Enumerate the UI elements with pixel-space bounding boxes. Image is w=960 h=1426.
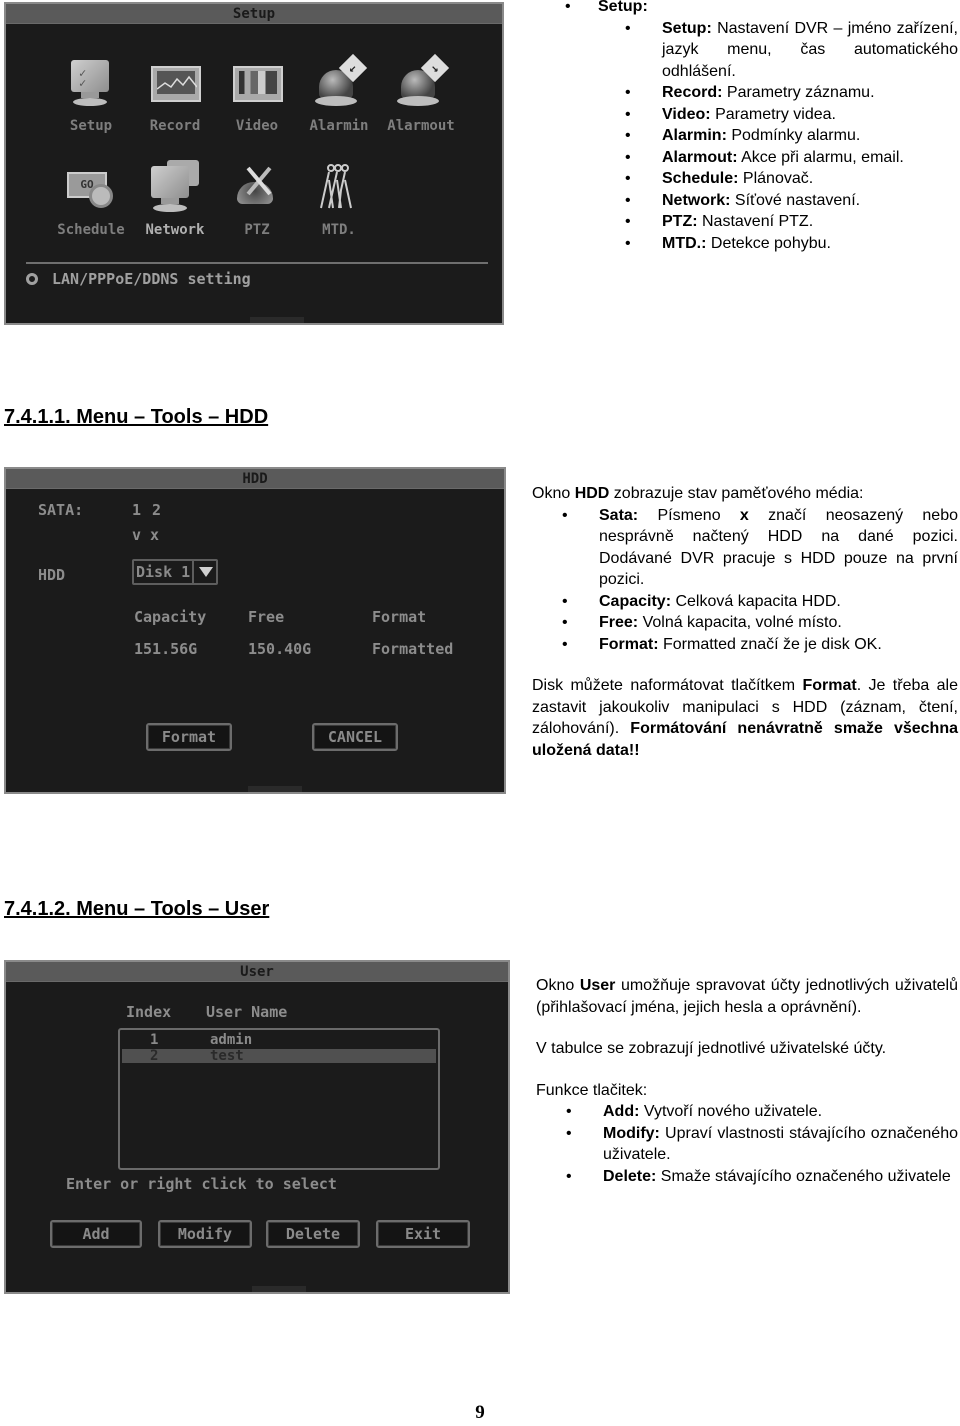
- setup-tile-schedule[interactable]: GO Schedule: [46, 160, 136, 238]
- list-item: • Alarmout: Akce při alarmu, email.: [625, 148, 904, 166]
- sata-slots: 1 2: [132, 501, 162, 519]
- list-item: • Sata: Písmeno x značí neosazený nebo ne…: [562, 506, 958, 589]
- record-chart-icon: [147, 56, 203, 112]
- setup-tile-ptz[interactable]: PTZ: [212, 160, 302, 238]
- setup-tile-alarmin[interactable]: ↙ Alarmin: [294, 53, 384, 134]
- list-item: • PTZ: Nastavení PTZ.: [625, 213, 814, 230]
- col-header-format: Format: [372, 608, 427, 626]
- col-header-free: Free: [248, 608, 285, 626]
- setup-heading-bullet: Setup:: [598, 0, 648, 15]
- sata-status: v x: [132, 526, 160, 544]
- list-item: • Record: Parametry záznamu.: [625, 84, 875, 101]
- col-header-capacity: Capacity: [134, 608, 207, 626]
- network-monitors-icon: [147, 160, 203, 216]
- hdd-description: Okno HDD zobrazuje stav paměťového média…: [532, 483, 958, 761]
- list-item: • Modify: Upraví vlastnosti stávajícího o…: [566, 1124, 958, 1164]
- format-status-value: Formatted: [372, 640, 454, 658]
- setup-tile-record[interactable]: Record: [130, 56, 220, 134]
- setup-tile-label: Network: [145, 222, 205, 238]
- setup-window: Setup ✓✓ Setup Record Video ↙ Alarmin ↘: [4, 2, 504, 325]
- schedule-clock-icon: GO: [63, 160, 119, 216]
- section-heading-hdd: 7.4.1.1. Menu – Tools – HDD: [4, 406, 269, 428]
- hdd-window-title: HDD: [6, 469, 504, 489]
- hdd-window: HDD SATA: 1 2 v x HDD Disk 1 Capacity Fr…: [4, 467, 506, 794]
- free-value: 150.40G: [248, 640, 312, 658]
- alarm-out-siren-icon: ↘: [393, 53, 450, 112]
- list-item: • Add: Vytvoří nového uživatele.: [566, 1103, 823, 1120]
- video-screen-icon: [229, 56, 285, 112]
- list-item: • Alarmin: Podmínky alarmu.: [625, 127, 861, 144]
- setup-tile-mtd[interactable]: MTD.: [294, 160, 384, 238]
- setup-monitor-icon: ✓ ✓: [63, 56, 119, 112]
- user-list[interactable]: 1 admin 2 test: [118, 1028, 440, 1170]
- table-row-selected[interactable]: 2 test: [122, 1049, 436, 1063]
- list-item: • Format: Formatted značí že je disk OK.: [562, 635, 882, 653]
- setup-tile-label: MTD.: [322, 222, 356, 238]
- setup-tile-label: Alarmout: [387, 118, 455, 134]
- sata-label: SATA:: [38, 501, 84, 519]
- setup-tile-network[interactable]: Network: [130, 160, 220, 238]
- section-heading-user: 7.4.1.2. Menu – Tools – User: [4, 898, 270, 920]
- radio-icon: [26, 273, 38, 285]
- list-item: • Network: Síťové nastavení.: [625, 191, 861, 209]
- footer-tab: [250, 317, 304, 323]
- table-row[interactable]: 1 admin: [122, 1033, 436, 1047]
- col-header-user-name: User Name: [206, 1003, 288, 1021]
- setup-tile-label: Record: [149, 118, 201, 134]
- list-item: • Capacity: Celková kapacita HDD.: [562, 592, 841, 610]
- cancel-button[interactable]: CANCEL: [312, 723, 398, 751]
- user-intro: Okno User umožňuje spravovat účty jednot…: [536, 977, 959, 1016]
- hdd-label: HDD: [38, 566, 66, 584]
- list-item: • Setup: Nastavení DVR – jméno zařízení, …: [625, 19, 958, 80]
- setup-tile-label: Schedule: [57, 222, 125, 238]
- chevron-down-icon[interactable]: [192, 561, 216, 583]
- setup-tile-label: PTZ: [244, 222, 270, 238]
- motion-detection-icon: [311, 160, 367, 216]
- divider: [26, 262, 488, 264]
- select-hint: Enter or right click to select: [66, 1175, 337, 1193]
- setup-window-title: Setup: [6, 4, 502, 24]
- disk-select-value: Disk 1: [136, 563, 191, 581]
- setup-tile-label: Alarmin: [309, 118, 369, 134]
- ptz-camera-tools-icon: [229, 160, 285, 216]
- format-button[interactable]: Format: [146, 723, 232, 751]
- user-window: User Index User Name 1 admin 2 test Ente…: [4, 960, 510, 1294]
- hdd-intro: Okno HDD zobrazuje stav paměťového média…: [532, 485, 864, 502]
- list-item: • Schedule: Plánovač.: [625, 170, 814, 187]
- setup-tile-label: Video: [235, 118, 279, 134]
- exit-button[interactable]: Exit: [376, 1220, 470, 1248]
- setup-tile-alarmout[interactable]: ↘ Alarmout: [376, 53, 466, 134]
- list-item: • MTD.: Detekce pohybu.: [625, 234, 831, 252]
- modify-button[interactable]: Modify: [158, 1220, 252, 1248]
- list-item: • Video: Parametry videa.: [625, 105, 836, 123]
- user-description: Okno User umožňuje spravovat účty jednot…: [536, 975, 958, 1187]
- col-header-index: Index: [126, 1003, 172, 1021]
- setup-tile-video[interactable]: Video: [212, 56, 302, 134]
- setup-tile-label: Setup: [69, 118, 113, 134]
- status-hint-text: LAN/PPPoE/DDNS setting: [52, 270, 251, 288]
- status-hint: LAN/PPPoE/DDNS setting: [26, 270, 251, 288]
- setup-description: • Setup: • Setup: Nastavení DVR – jméno za…: [530, 0, 958, 254]
- delete-button[interactable]: Delete: [266, 1220, 360, 1248]
- capacity-value: 151.56G: [134, 640, 198, 658]
- page-number: 9: [475, 1402, 485, 1423]
- user-table-note: V tabulce se zobrazují jednotlivé uživat…: [536, 1040, 887, 1057]
- hdd-format-warning: Disk můžete naformátovat tlačítkem Forma…: [532, 677, 959, 759]
- alarm-in-siren-icon: ↙: [311, 53, 368, 112]
- footer-tab: [248, 786, 302, 792]
- add-button[interactable]: Add: [50, 1220, 142, 1248]
- list-item: • Free: Volná kapacita, volné místo.: [562, 614, 842, 631]
- user-window-title: User: [6, 962, 508, 982]
- footer-tab: [252, 1286, 306, 1292]
- disk-select[interactable]: Disk 1: [132, 559, 218, 585]
- user-functions-label: Funkce tlačitek:: [536, 1081, 648, 1099]
- setup-tile-setup[interactable]: ✓ ✓ Setup: [46, 56, 136, 134]
- list-item: • Delete: Smaže stávajícího označeného už…: [566, 1167, 951, 1185]
